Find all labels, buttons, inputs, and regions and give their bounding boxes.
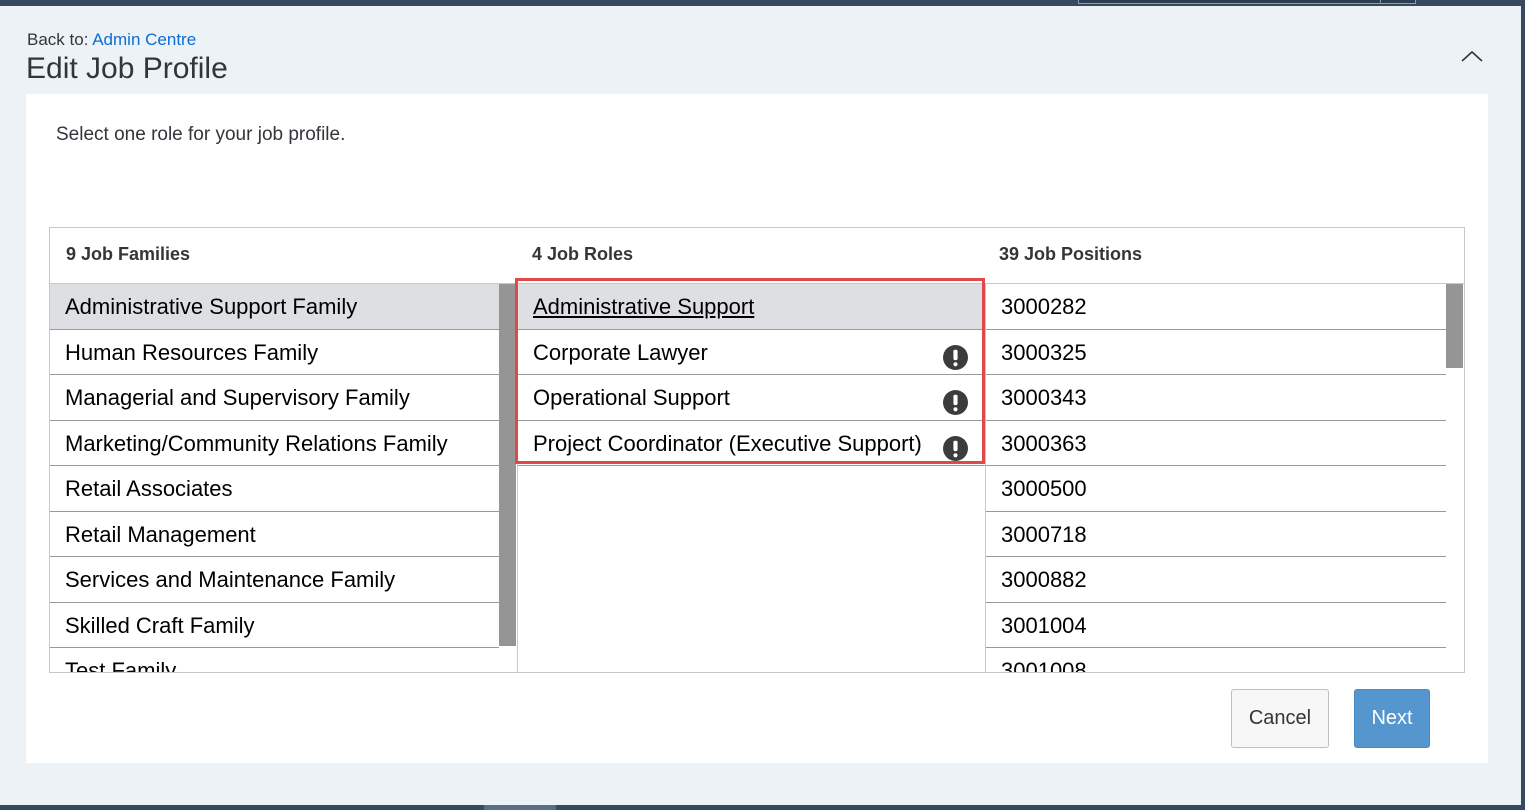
warning-icon [943,390,968,415]
role-row[interactable]: Project Coordinator (Executive Support) [518,421,985,466]
family-row[interactable]: Human Resources Family [50,330,499,375]
position-row[interactable]: 3000718 [986,512,1446,557]
position-row[interactable]: 3000882 [986,557,1446,603]
position-row[interactable]: 3000282 [986,284,1446,330]
back-prefix: Back to: [27,30,89,49]
family-row[interactable]: Test Family [50,648,499,672]
role-row[interactable]: Operational Support [518,375,985,421]
shell-search-field[interactable] [1078,0,1382,4]
page-title: Edit Job Profile [26,52,228,85]
family-row[interactable]: Retail Management [50,512,499,557]
window-edge [1521,6,1525,805]
warning-icon [943,435,968,461]
positions-scroll-thumb[interactable] [1446,284,1463,368]
family-row[interactable]: Skilled Craft Family [50,603,499,648]
role-row[interactable]: Corporate Lawyer [518,330,985,375]
next-button[interactable]: Next [1354,689,1430,748]
role-label: Corporate Lawyer [533,339,708,365]
job-selection-grid: 9 Job Families 4 Job Roles 39 Job Positi… [49,227,1465,673]
families-column-header: 9 Job Families [66,244,191,264]
collapse-header-button[interactable] [1456,44,1488,70]
shell-search-button[interactable] [1380,0,1416,4]
roles-list: Administrative Support Corporate Lawyer Op… [518,284,985,672]
position-row[interactable]: 3000325 [986,330,1446,375]
position-row[interactable]: 3000500 [986,466,1446,512]
window-bottom-edge [0,805,1525,810]
position-row[interactable]: 3001004 [986,603,1446,648]
role-label: Administrative Support [533,294,755,319]
families-list: Administrative Support Family Human Resou… [50,284,499,672]
breadcrumb: Back to: Admin Centre [27,30,196,50]
role-label: Project Coordinator (Executive Support) [533,430,922,456]
roles-column-header: 4 Job Roles [532,244,634,264]
role-row[interactable]: Administrative Support [518,284,985,330]
families-scroll-thumb[interactable] [499,284,516,646]
cancel-button[interactable]: Cancel [1231,689,1329,748]
instruction-text: Select one role for your job profile. [56,124,346,145]
position-row[interactable]: 3001008 [986,648,1446,672]
role-label: Operational Support [533,385,730,410]
job-profile-card: Select one role for your job profile. 9 … [26,94,1488,763]
window-bottom-tab [484,805,556,810]
warning-icon [943,344,968,370]
family-row[interactable]: Marketing/Community Relations Family [50,421,499,466]
family-row[interactable]: Services and Maintenance Family [50,557,499,603]
family-row[interactable]: Managerial and Supervisory Family [50,375,499,421]
positions-list: 3000282 3000325 3000343 3000363 3000500 30007… [986,284,1446,672]
back-link-admin-centre[interactable]: Admin Centre [92,30,196,49]
position-row[interactable]: 3000363 [986,421,1446,466]
family-row[interactable]: Administrative Support Family [50,284,499,330]
positions-column-header: 39 Job Positions [999,244,1143,264]
family-row[interactable]: Retail Associates [50,466,499,512]
chevron-up-icon [1461,50,1483,62]
position-row[interactable]: 3000343 [986,375,1446,421]
